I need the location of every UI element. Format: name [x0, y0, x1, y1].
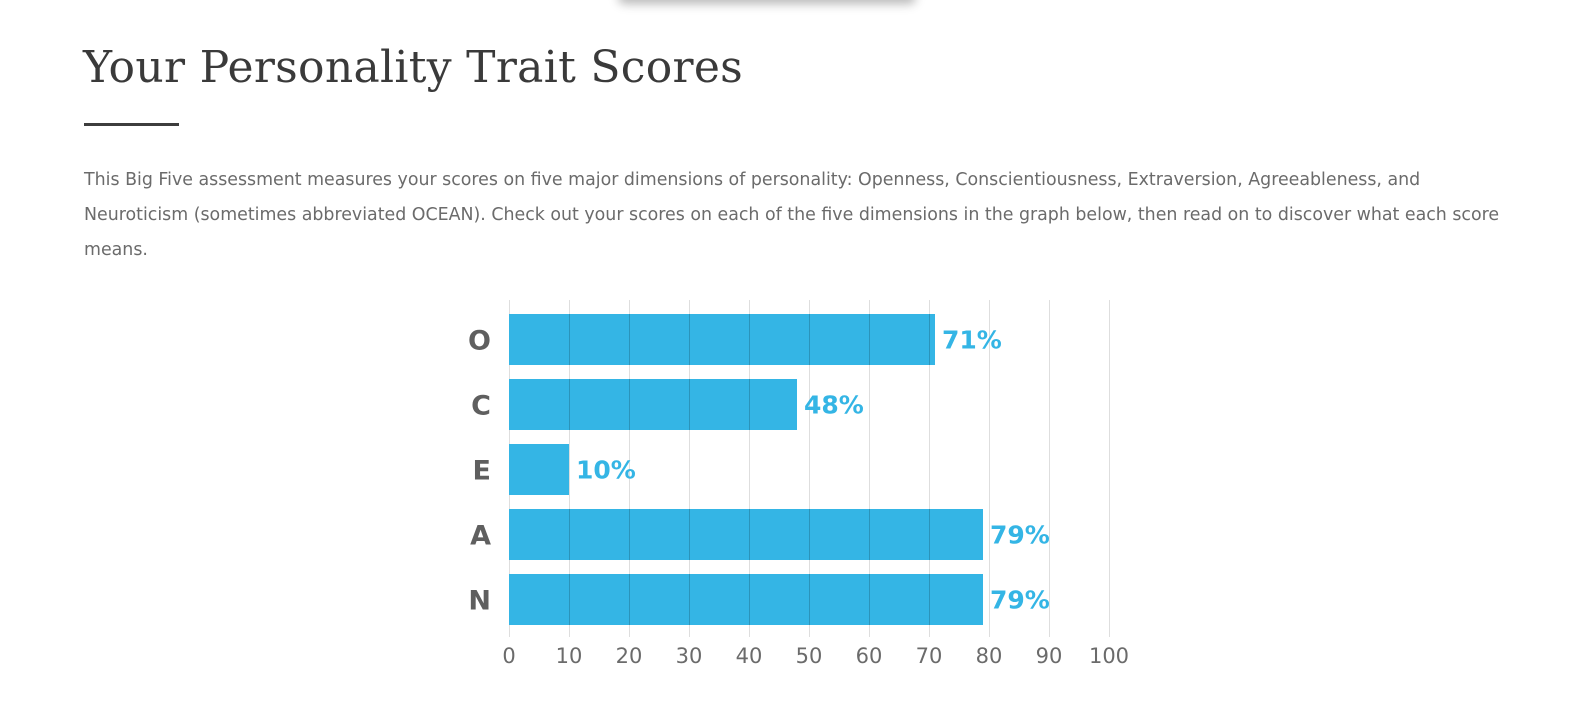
x-tick-label-40: 40 — [736, 644, 763, 668]
bar-N — [509, 574, 983, 625]
value-label-E: 10% — [576, 456, 636, 485]
x-tick-label-10: 10 — [556, 644, 583, 668]
value-label-A: 79% — [990, 521, 1050, 550]
bar-O — [509, 314, 935, 365]
category-label-N: N — [468, 586, 491, 617]
value-label-C: 48% — [804, 391, 864, 420]
category-label-A: A — [470, 521, 491, 552]
x-tick-label-20: 20 — [616, 644, 643, 668]
x-tick-label-70: 70 — [916, 644, 943, 668]
value-label-O: 71% — [942, 326, 1002, 355]
bar-C — [509, 379, 797, 430]
bar-E — [509, 444, 569, 495]
x-tick-label-100: 100 — [1089, 644, 1129, 668]
trait-score-chart: 0 10 20 30 40 50 60 70 80 90 100 O 71% C 48% E 10% A 79% N 7… — [468, 300, 1129, 668]
x-tick-label-30: 30 — [676, 644, 703, 668]
x-tick-label-0: 0 — [502, 644, 515, 668]
x-tick-label-80: 80 — [976, 644, 1003, 668]
category-label-E: E — [473, 456, 491, 487]
value-label-N: 79% — [990, 586, 1050, 615]
x-tick-label-90: 90 — [1036, 644, 1063, 668]
x-tick-label-60: 60 — [856, 644, 883, 668]
bar-A — [509, 509, 983, 560]
category-label-C: C — [471, 391, 491, 422]
category-label-O: O — [468, 326, 491, 357]
x-tick-label-50: 50 — [796, 644, 823, 668]
